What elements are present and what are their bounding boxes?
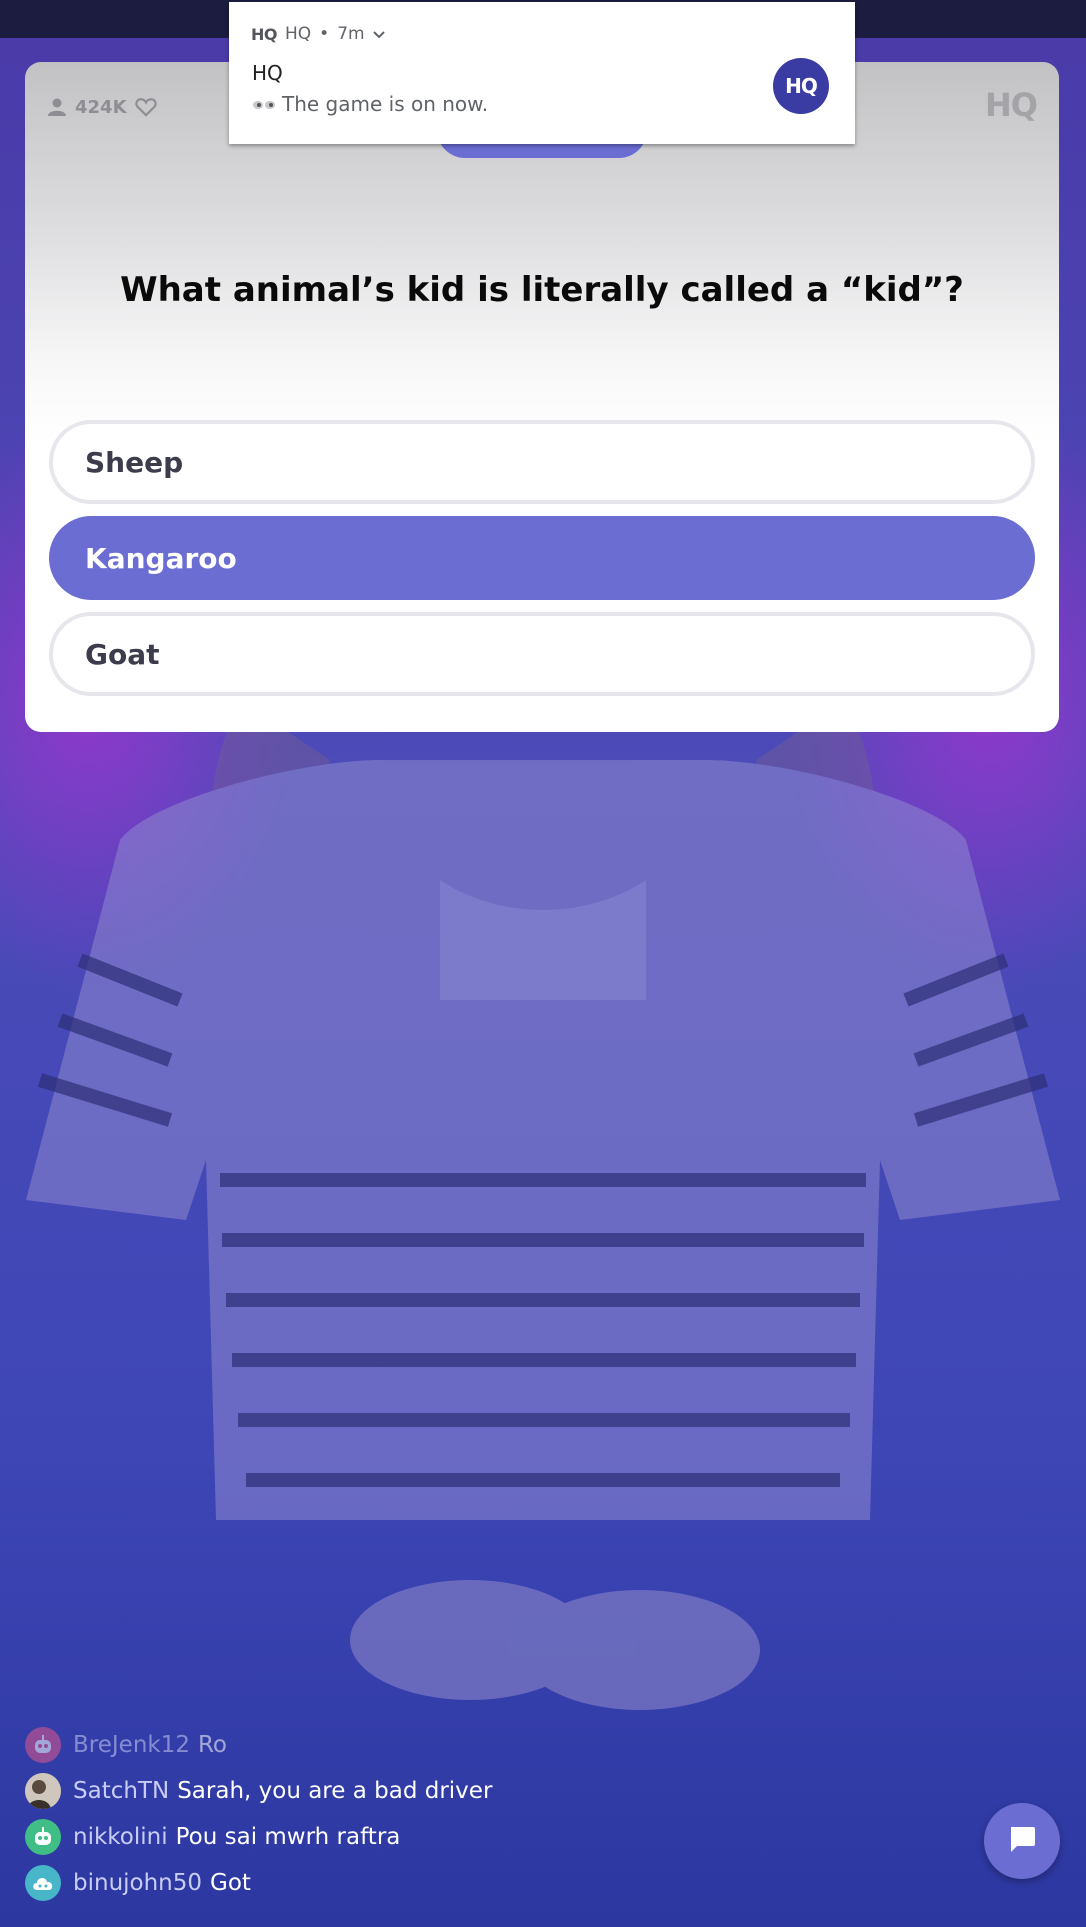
viewer-count-label: 424K	[75, 96, 127, 118]
chat-text: Pou sai mwrh raftra	[175, 1824, 401, 1850]
answer-label: Goat	[85, 637, 160, 671]
cloud-icon	[25, 1865, 61, 1901]
chat-text: Sarah, you are a bad driver	[177, 1778, 493, 1804]
notification-title: HQ	[252, 61, 283, 85]
hq-app-icon: HQ	[251, 24, 278, 44]
chevron-down-icon[interactable]	[372, 24, 385, 44]
chat-bubble-icon	[1007, 1824, 1037, 1858]
notification-header: HQ HQ • 7m	[251, 24, 385, 44]
notification-separator: •	[319, 24, 330, 44]
person-icon	[47, 97, 67, 117]
notification-time: 7m	[337, 24, 365, 44]
answer-label: Kangaroo	[85, 541, 237, 575]
robot-icon	[25, 1819, 61, 1855]
viewer-count: 424K	[47, 92, 157, 122]
chat-username: nikkolini	[73, 1824, 168, 1850]
chat-username: binujohn50	[73, 1870, 203, 1896]
answer-label: Sheep	[85, 445, 184, 479]
chat-message: nikkolini Pou sai mwrh raftra	[25, 1814, 925, 1860]
chat-message: SatchTN Sarah, you are a bad driver	[25, 1768, 925, 1814]
chat-text: Got	[210, 1870, 251, 1896]
user-photo-avatar	[25, 1773, 61, 1809]
chat-button[interactable]	[984, 1803, 1060, 1879]
hq-avatar-icon: HQ	[773, 58, 829, 114]
answer-option-sheep[interactable]: Sheep	[49, 420, 1035, 504]
question-text: What animal’s kid is literally called a …	[120, 270, 964, 310]
chat-text: Ro	[197, 1732, 228, 1758]
chat-username: SatchTN	[73, 1778, 170, 1804]
robot-icon	[25, 1727, 61, 1763]
chat-username: BreJenk12	[73, 1732, 190, 1758]
notification-app-name: HQ	[285, 24, 312, 44]
question-card: 424K HQ What animal’s kid is literally c…	[25, 62, 1059, 732]
eyes-icon	[252, 92, 276, 116]
hq-logo: HQ	[985, 86, 1038, 124]
chat-message: BreJenk12 Ro	[25, 1722, 925, 1768]
answer-option-goat[interactable]: Goat	[49, 612, 1035, 696]
push-notification[interactable]: HQ HQ • 7m HQ The game is on now. HQ	[229, 2, 855, 144]
notification-body: The game is on now.	[252, 92, 488, 116]
chat-message: binujohn50 Got	[25, 1860, 925, 1906]
chat-feed: BreJenk12 Ro SatchTN Sarah, you are a ba…	[25, 1722, 925, 1906]
notification-body-text: The game is on now.	[282, 92, 489, 116]
heart-icon[interactable]	[134, 97, 157, 117]
answer-option-kangaroo[interactable]: Kangaroo	[49, 516, 1035, 600]
